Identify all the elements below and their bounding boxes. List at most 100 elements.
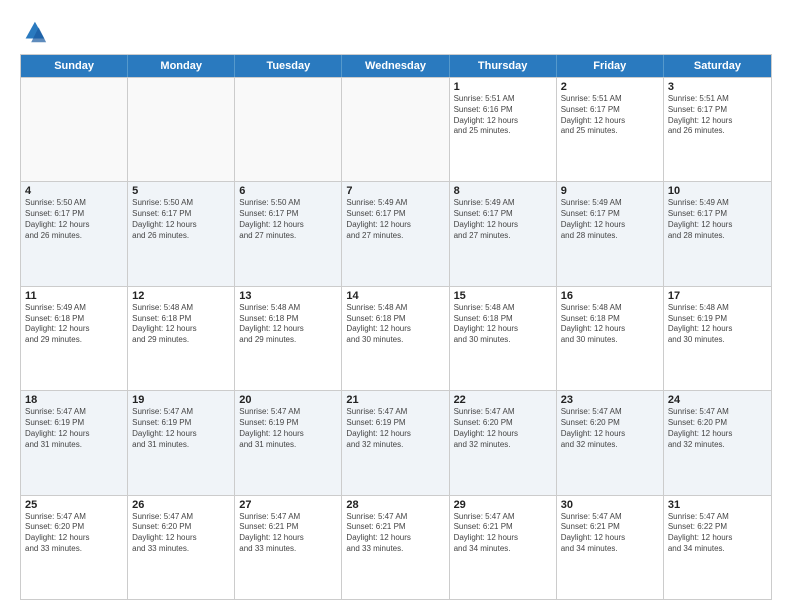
day-info: Sunrise: 5:47 AM Sunset: 6:21 PM Dayligh… [561,512,659,555]
day-number: 7 [346,185,444,197]
day-info: Sunrise: 5:49 AM Sunset: 6:17 PM Dayligh… [668,198,767,241]
day-number: 27 [239,499,337,511]
cal-cell: 17Sunrise: 5:48 AM Sunset: 6:19 PM Dayli… [664,287,771,390]
cal-cell: 22Sunrise: 5:47 AM Sunset: 6:20 PM Dayli… [450,391,557,494]
logo [20,18,52,46]
cal-cell: 30Sunrise: 5:47 AM Sunset: 6:21 PM Dayli… [557,496,664,599]
cal-cell: 15Sunrise: 5:48 AM Sunset: 6:18 PM Dayli… [450,287,557,390]
day-info: Sunrise: 5:51 AM Sunset: 6:17 PM Dayligh… [668,94,767,137]
cal-cell: 8Sunrise: 5:49 AM Sunset: 6:17 PM Daylig… [450,182,557,285]
day-info: Sunrise: 5:51 AM Sunset: 6:16 PM Dayligh… [454,94,552,137]
day-number: 3 [668,81,767,93]
day-info: Sunrise: 5:48 AM Sunset: 6:18 PM Dayligh… [239,303,337,346]
day-info: Sunrise: 5:49 AM Sunset: 6:17 PM Dayligh… [346,198,444,241]
day-number: 8 [454,185,552,197]
cal-cell: 25Sunrise: 5:47 AM Sunset: 6:20 PM Dayli… [21,496,128,599]
day-info: Sunrise: 5:47 AM Sunset: 6:19 PM Dayligh… [239,407,337,450]
cal-cell: 4Sunrise: 5:50 AM Sunset: 6:17 PM Daylig… [21,182,128,285]
cal-cell: 29Sunrise: 5:47 AM Sunset: 6:21 PM Dayli… [450,496,557,599]
day-number: 21 [346,394,444,406]
logo-icon [20,18,48,46]
cal-cell: 26Sunrise: 5:47 AM Sunset: 6:20 PM Dayli… [128,496,235,599]
day-info: Sunrise: 5:47 AM Sunset: 6:20 PM Dayligh… [454,407,552,450]
day-number: 11 [25,290,123,302]
day-info: Sunrise: 5:49 AM Sunset: 6:18 PM Dayligh… [25,303,123,346]
day-number: 23 [561,394,659,406]
cal-cell: 1Sunrise: 5:51 AM Sunset: 6:16 PM Daylig… [450,78,557,181]
header-cell-sunday: Sunday [21,55,128,77]
day-number: 5 [132,185,230,197]
day-number: 9 [561,185,659,197]
week-row-4: 18Sunrise: 5:47 AM Sunset: 6:19 PM Dayli… [21,390,771,494]
day-number: 12 [132,290,230,302]
day-info: Sunrise: 5:47 AM Sunset: 6:20 PM Dayligh… [25,512,123,555]
cal-cell: 7Sunrise: 5:49 AM Sunset: 6:17 PM Daylig… [342,182,449,285]
day-info: Sunrise: 5:47 AM Sunset: 6:19 PM Dayligh… [25,407,123,450]
cal-cell: 12Sunrise: 5:48 AM Sunset: 6:18 PM Dayli… [128,287,235,390]
cal-cell: 21Sunrise: 5:47 AM Sunset: 6:19 PM Dayli… [342,391,449,494]
day-number: 13 [239,290,337,302]
day-number: 15 [454,290,552,302]
header-cell-friday: Friday [557,55,664,77]
cal-cell: 31Sunrise: 5:47 AM Sunset: 6:22 PM Dayli… [664,496,771,599]
day-number: 10 [668,185,767,197]
day-number: 16 [561,290,659,302]
day-info: Sunrise: 5:47 AM Sunset: 6:20 PM Dayligh… [668,407,767,450]
cal-cell: 18Sunrise: 5:47 AM Sunset: 6:19 PM Dayli… [21,391,128,494]
cal-cell [235,78,342,181]
day-info: Sunrise: 5:48 AM Sunset: 6:18 PM Dayligh… [132,303,230,346]
day-info: Sunrise: 5:47 AM Sunset: 6:22 PM Dayligh… [668,512,767,555]
week-row-3: 11Sunrise: 5:49 AM Sunset: 6:18 PM Dayli… [21,286,771,390]
day-info: Sunrise: 5:47 AM Sunset: 6:20 PM Dayligh… [561,407,659,450]
cal-cell: 16Sunrise: 5:48 AM Sunset: 6:18 PM Dayli… [557,287,664,390]
cal-cell: 3Sunrise: 5:51 AM Sunset: 6:17 PM Daylig… [664,78,771,181]
day-info: Sunrise: 5:47 AM Sunset: 6:21 PM Dayligh… [346,512,444,555]
cal-cell: 2Sunrise: 5:51 AM Sunset: 6:17 PM Daylig… [557,78,664,181]
header-cell-wednesday: Wednesday [342,55,449,77]
day-number: 24 [668,394,767,406]
day-info: Sunrise: 5:47 AM Sunset: 6:19 PM Dayligh… [132,407,230,450]
day-number: 14 [346,290,444,302]
week-row-1: 1Sunrise: 5:51 AM Sunset: 6:16 PM Daylig… [21,77,771,181]
calendar-header-row: SundayMondayTuesdayWednesdayThursdayFrid… [21,55,771,77]
day-number: 17 [668,290,767,302]
cal-cell: 14Sunrise: 5:48 AM Sunset: 6:18 PM Dayli… [342,287,449,390]
header-cell-monday: Monday [128,55,235,77]
cal-cell: 20Sunrise: 5:47 AM Sunset: 6:19 PM Dayli… [235,391,342,494]
cal-cell [21,78,128,181]
cal-cell: 13Sunrise: 5:48 AM Sunset: 6:18 PM Dayli… [235,287,342,390]
day-info: Sunrise: 5:50 AM Sunset: 6:17 PM Dayligh… [239,198,337,241]
day-number: 25 [25,499,123,511]
cal-cell: 9Sunrise: 5:49 AM Sunset: 6:17 PM Daylig… [557,182,664,285]
day-info: Sunrise: 5:50 AM Sunset: 6:17 PM Dayligh… [132,198,230,241]
day-number: 22 [454,394,552,406]
page: SundayMondayTuesdayWednesdayThursdayFrid… [0,0,792,612]
day-info: Sunrise: 5:47 AM Sunset: 6:21 PM Dayligh… [454,512,552,555]
day-info: Sunrise: 5:48 AM Sunset: 6:18 PM Dayligh… [346,303,444,346]
cal-cell [128,78,235,181]
cal-cell: 11Sunrise: 5:49 AM Sunset: 6:18 PM Dayli… [21,287,128,390]
cal-cell: 27Sunrise: 5:47 AM Sunset: 6:21 PM Dayli… [235,496,342,599]
day-number: 2 [561,81,659,93]
day-number: 4 [25,185,123,197]
day-info: Sunrise: 5:47 AM Sunset: 6:21 PM Dayligh… [239,512,337,555]
header-cell-saturday: Saturday [664,55,771,77]
day-info: Sunrise: 5:49 AM Sunset: 6:17 PM Dayligh… [454,198,552,241]
cal-cell: 24Sunrise: 5:47 AM Sunset: 6:20 PM Dayli… [664,391,771,494]
day-info: Sunrise: 5:47 AM Sunset: 6:20 PM Dayligh… [132,512,230,555]
calendar-body: 1Sunrise: 5:51 AM Sunset: 6:16 PM Daylig… [21,77,771,599]
day-info: Sunrise: 5:51 AM Sunset: 6:17 PM Dayligh… [561,94,659,137]
cal-cell: 28Sunrise: 5:47 AM Sunset: 6:21 PM Dayli… [342,496,449,599]
cal-cell: 5Sunrise: 5:50 AM Sunset: 6:17 PM Daylig… [128,182,235,285]
day-number: 28 [346,499,444,511]
week-row-2: 4 Sunrise: 5:50 AM Sunset: 6:17 PM Daylig… [21,181,771,285]
day-number: 30 [561,499,659,511]
day-info: Sunrise: 5:47 AM Sunset: 6:19 PM Dayligh… [346,407,444,450]
cal-cell [342,78,449,181]
day-info: Sunrise: 5:49 AM Sunset: 6:17 PM Dayligh… [561,198,659,241]
day-number: 29 [454,499,552,511]
header [20,18,772,46]
day-number: 26 [132,499,230,511]
day-number: 31 [668,499,767,511]
day-info: Sunrise: 5:48 AM Sunset: 6:18 PM Dayligh… [561,303,659,346]
